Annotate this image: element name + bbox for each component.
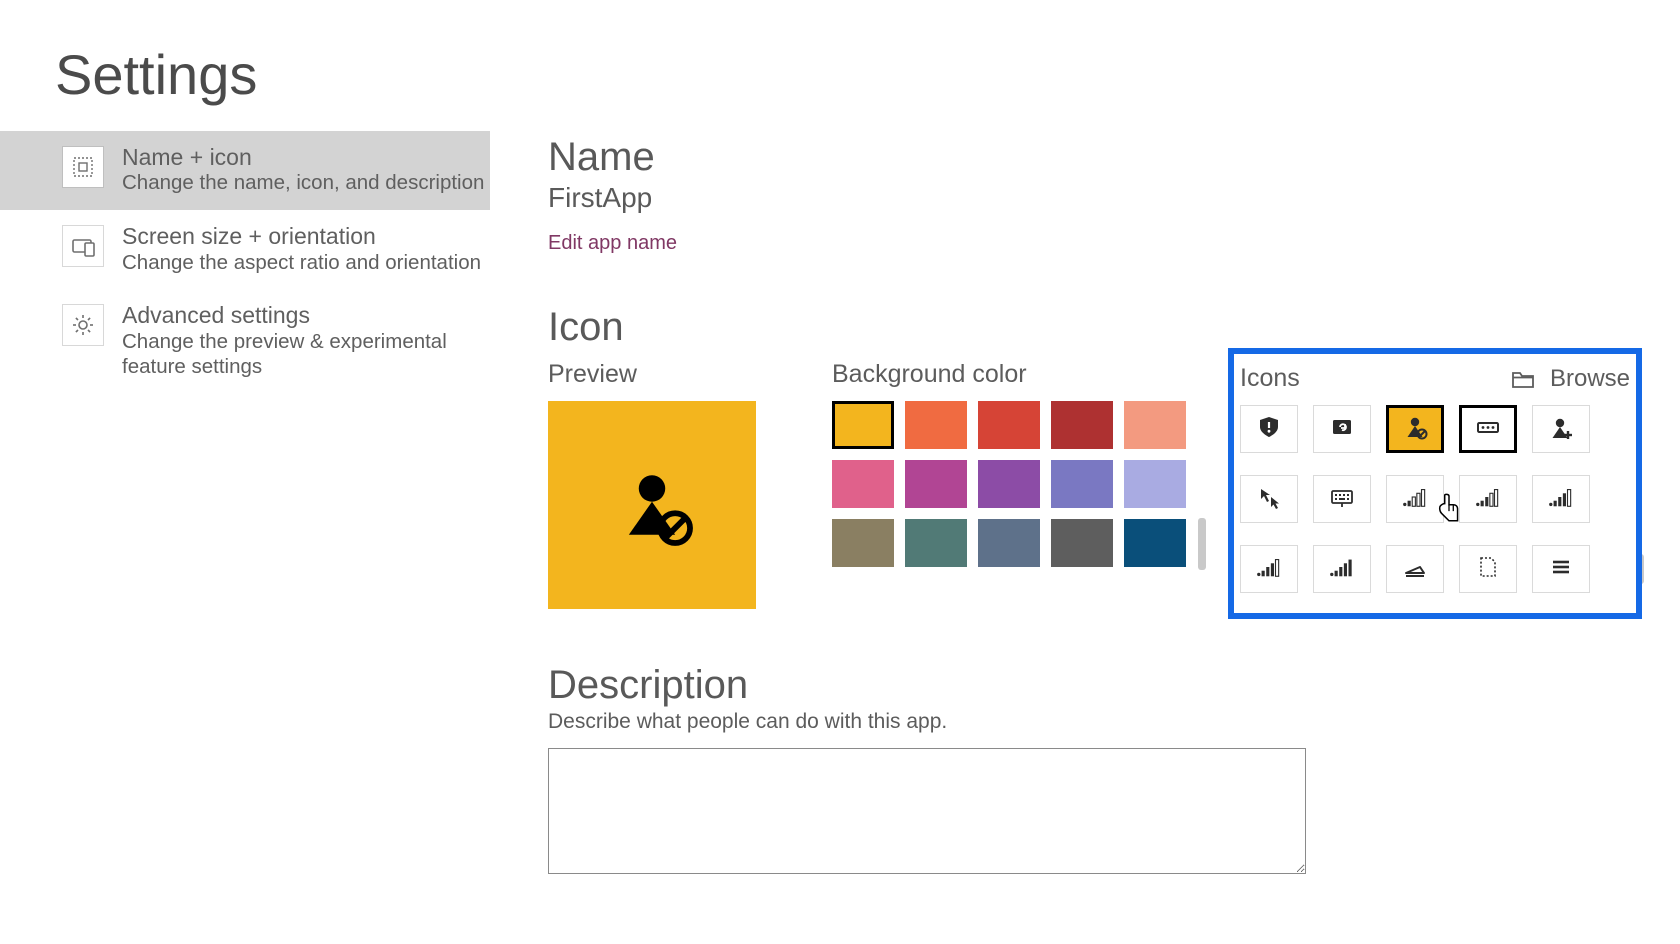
browse-label: Browse: [1550, 365, 1630, 393]
color-swatch-14[interactable]: [1124, 519, 1186, 567]
browse-icons-button[interactable]: Browse: [1508, 365, 1630, 393]
sidebar-item-subtitle: Change the preview & experimental featur…: [122, 329, 490, 380]
color-swatch-5[interactable]: [832, 460, 894, 508]
background-color-label: Background color: [832, 360, 1186, 389]
icon-option-bars-3-icon[interactable]: [1240, 545, 1298, 593]
scanner-icon: [1402, 555, 1428, 584]
preview-column: Preview: [548, 360, 756, 609]
icon-option-page-dashed-icon[interactable]: [1459, 545, 1517, 593]
icon-option-keyboard-icon[interactable]: [1313, 475, 1371, 523]
icons-panel-highlight-wrapper: Icons Browse: [1240, 360, 1630, 609]
icons-label: Icons: [1240, 364, 1300, 393]
bars-1-icon: [1475, 485, 1501, 514]
edit-app-name-link[interactable]: Edit app name: [548, 232, 677, 255]
color-swatch-3[interactable]: [1051, 401, 1113, 449]
user-block-icon: [609, 462, 695, 548]
gear-icon: [62, 304, 104, 346]
name-section: Name FirstApp Edit app name: [548, 135, 1680, 255]
color-swatch-4[interactable]: [1124, 401, 1186, 449]
color-swatch-8[interactable]: [1051, 460, 1113, 508]
grid-dashed-icon: [62, 146, 104, 188]
background-color-grid: [832, 401, 1186, 567]
settings-main: Name FirstApp Edit app name Icon Preview…: [490, 131, 1680, 879]
preview-label: Preview: [548, 360, 756, 389]
background-color-scrollbar[interactable]: [1198, 518, 1206, 570]
page-dashed-icon: [1475, 555, 1501, 584]
icon-option-bars-2-icon[interactable]: [1532, 475, 1590, 523]
icon-option-password-field-icon[interactable]: [1459, 405, 1517, 453]
description-hint: Describe what people can do with this ap…: [548, 710, 1680, 734]
page-title: Settings: [0, 0, 1680, 107]
image-refresh-icon: [1329, 415, 1355, 444]
sidebar-item-0[interactable]: Name + iconChange the name, icon, and de…: [0, 131, 490, 210]
color-swatch-9[interactable]: [1124, 460, 1186, 508]
icon-option-bars-4-icon[interactable]: [1313, 545, 1371, 593]
description-input[interactable]: [548, 748, 1306, 874]
color-swatch-13[interactable]: [1051, 519, 1113, 567]
app-name-value: FirstApp: [548, 182, 1680, 214]
sidebar-item-subtitle: Change the aspect ratio and orientation: [122, 250, 481, 276]
description-heading: Description: [548, 663, 1680, 708]
sidebar-item-title: Advanced settings: [122, 302, 490, 328]
icons-scrollbar[interactable]: [1638, 554, 1644, 584]
sidebar-item-2[interactable]: Advanced settingsChange the preview & ex…: [0, 289, 490, 394]
sidebar-item-subtitle: Change the name, icon, and description: [122, 170, 484, 196]
color-swatch-1[interactable]: [905, 401, 967, 449]
settings-sidebar: Name + iconChange the name, icon, and de…: [0, 131, 490, 879]
color-swatch-11[interactable]: [905, 519, 967, 567]
menu-lines-icon: [1548, 555, 1574, 584]
color-swatch-2[interactable]: [978, 401, 1040, 449]
icon-option-scanner-icon[interactable]: [1386, 545, 1444, 593]
icon-option-menu-lines-icon[interactable]: [1532, 545, 1590, 593]
bars-3-icon: [1256, 555, 1282, 584]
icon-option-user-add-icon[interactable]: [1532, 405, 1590, 453]
icon-heading: Icon: [548, 305, 1680, 350]
icon-option-shield-alert-icon[interactable]: [1240, 405, 1298, 453]
description-section: Description Describe what people can do …: [548, 663, 1680, 879]
icon-option-bars-0-icon[interactable]: [1386, 475, 1444, 523]
icons-panel: Icons Browse: [1240, 360, 1630, 601]
icon-option-bars-1-icon[interactable]: [1459, 475, 1517, 523]
background-color-column: Background color: [832, 360, 1186, 609]
bars-2-icon: [1548, 485, 1574, 514]
bars-4-icon: [1329, 555, 1355, 584]
device-icon: [62, 225, 104, 267]
name-heading: Name: [548, 135, 1680, 180]
sidebar-item-1[interactable]: Screen size + orientationChange the aspe…: [0, 210, 490, 289]
user-add-icon: [1548, 415, 1574, 444]
icon-option-image-refresh-icon[interactable]: [1313, 405, 1371, 453]
shield-alert-icon: [1256, 415, 1282, 444]
password-field-icon: [1475, 415, 1501, 444]
icon-option-user-block-icon[interactable]: [1386, 405, 1444, 453]
folder-icon: [1508, 367, 1538, 391]
sidebar-item-title: Screen size + orientation: [122, 223, 481, 249]
icon-preview: [548, 401, 756, 609]
user-block-icon: [1401, 414, 1429, 445]
color-swatch-12[interactable]: [978, 519, 1040, 567]
color-swatch-0[interactable]: [832, 401, 894, 449]
color-swatch-6[interactable]: [905, 460, 967, 508]
color-swatch-7[interactable]: [978, 460, 1040, 508]
icons-grid: [1240, 405, 1630, 593]
pointer-click-icon: [1256, 485, 1282, 514]
icon-option-pointer-click-icon[interactable]: [1240, 475, 1298, 523]
keyboard-icon: [1329, 485, 1355, 514]
color-swatch-10[interactable]: [832, 519, 894, 567]
sidebar-item-title: Name + icon: [122, 144, 484, 170]
bars-0-icon: [1402, 485, 1428, 514]
icon-section: Icon Preview Background color: [548, 305, 1680, 609]
